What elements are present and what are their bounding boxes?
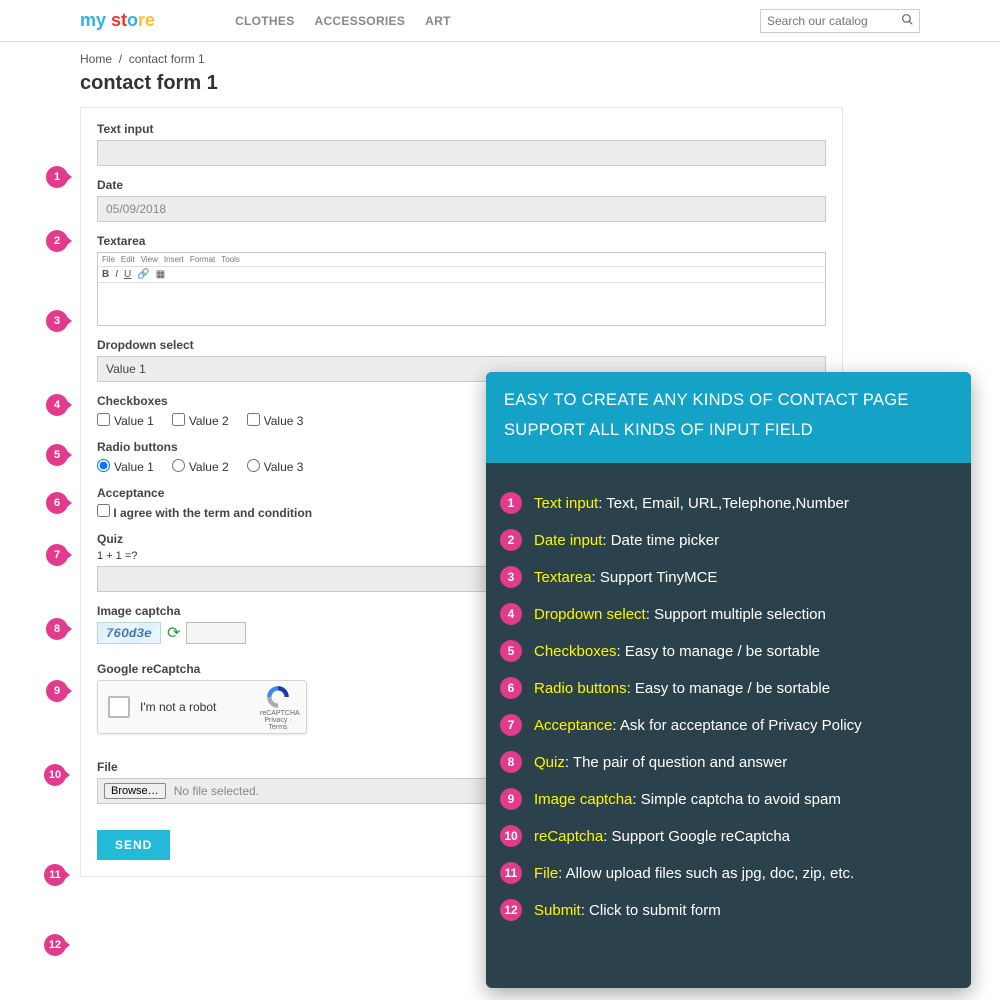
overlay-badge: 2 bbox=[500, 529, 522, 551]
underline-icon[interactable]: U bbox=[124, 269, 131, 280]
radio-3[interactable]: Value 3 bbox=[247, 458, 304, 474]
feature-overlay: EASY TO CREATE ANY KINDS OF CONTACT PAGE… bbox=[486, 372, 971, 988]
italic-icon[interactable]: I bbox=[115, 269, 118, 280]
captcha-image: 760d3e bbox=[97, 622, 161, 644]
breadcrumb: Home / contact form 1 bbox=[0, 42, 1000, 66]
field-date: Date bbox=[97, 178, 826, 222]
recaptcha-text: I'm not a robot bbox=[140, 700, 250, 714]
site-logo[interactable]: my store bbox=[80, 10, 155, 31]
overlay-row: 2 Date input: Date time picker bbox=[500, 529, 957, 551]
overlay-row: 10 reCaptcha: Support Google reCaptcha bbox=[500, 825, 957, 847]
badge-7: 7 bbox=[46, 544, 68, 566]
overlay-row: 9 Image captcha: Simple captcha to avoid… bbox=[500, 788, 957, 810]
checkbox-3[interactable]: Value 3 bbox=[247, 412, 304, 428]
overlay-row: 4 Dropdown select: Support multiple sele… bbox=[500, 603, 957, 625]
nav-clothes[interactable]: CLOTHES bbox=[235, 14, 294, 28]
badge-9: 9 bbox=[46, 680, 68, 702]
label-dropdown: Dropdown select bbox=[97, 338, 826, 352]
main-nav: CLOTHES ACCESSORIES ART bbox=[235, 14, 451, 28]
overlay-row: 1 Text input: Text, Email, URL,Telephone… bbox=[500, 492, 957, 514]
label-date: Date bbox=[97, 178, 826, 192]
recaptcha-widget[interactable]: I'm not a robot reCAPTCHA Privacy · Term… bbox=[97, 680, 307, 734]
label-text: Text input bbox=[97, 122, 826, 136]
overlay-badge: 10 bbox=[500, 825, 522, 847]
input-date[interactable] bbox=[97, 196, 826, 222]
site-header: my store CLOTHES ACCESSORIES ART bbox=[0, 0, 1000, 42]
badge-4: 4 bbox=[46, 394, 68, 416]
field-text: Text input bbox=[97, 122, 826, 166]
overlay-row: 5 Checkboxes: Easy to manage / be sortab… bbox=[500, 640, 957, 662]
recaptcha-checkbox[interactable] bbox=[108, 696, 130, 718]
badge-10: 10 bbox=[44, 764, 66, 786]
field-textarea: Textarea FileEditViewInsertFormatTools B… bbox=[97, 234, 826, 326]
overlay-row: 3 Textarea: Support TinyMCE bbox=[500, 566, 957, 588]
overlay-body: 1 Text input: Text, Email, URL,Telephone… bbox=[486, 463, 971, 948]
search-icon[interactable] bbox=[901, 13, 914, 29]
overlay-row: 7 Acceptance: Ask for acceptance of Priv… bbox=[500, 714, 957, 736]
badge-8: 8 bbox=[46, 618, 68, 640]
tinymce-menu[interactable]: FileEditViewInsertFormatTools bbox=[98, 253, 825, 267]
overlay-badge: 3 bbox=[500, 566, 522, 588]
breadcrumb-home[interactable]: Home bbox=[80, 52, 112, 66]
badge-3: 3 bbox=[46, 310, 68, 332]
overlay-row: 11 File: Allow upload files such as jpg,… bbox=[500, 862, 957, 884]
badge-11: 11 bbox=[44, 864, 66, 886]
tinymce-editor[interactable]: FileEditViewInsertFormatTools B I U 🔗 ▦ bbox=[97, 252, 826, 326]
nav-art[interactable]: ART bbox=[425, 14, 451, 28]
breadcrumb-page: contact form 1 bbox=[129, 52, 205, 66]
badge-12: 12 bbox=[44, 934, 66, 956]
label-textarea: Textarea bbox=[97, 234, 826, 248]
checkbox-2[interactable]: Value 2 bbox=[172, 412, 229, 428]
page-title: contact form 1 bbox=[0, 66, 1000, 107]
overlay-badge: 11 bbox=[500, 862, 522, 884]
overlay-badge: 6 bbox=[500, 677, 522, 699]
file-status: No file selected. bbox=[174, 784, 259, 798]
overlay-badge: 8 bbox=[500, 751, 522, 773]
overlay-badge: 5 bbox=[500, 640, 522, 662]
image-icon[interactable]: ▦ bbox=[156, 269, 165, 280]
send-button[interactable]: SEND bbox=[97, 830, 170, 860]
search-input[interactable] bbox=[760, 9, 920, 33]
radio-2[interactable]: Value 2 bbox=[172, 458, 229, 474]
textarea-body[interactable] bbox=[98, 283, 825, 325]
badge-1: 1 bbox=[46, 166, 68, 188]
overlay-header: EASY TO CREATE ANY KINDS OF CONTACT PAGE… bbox=[486, 372, 971, 463]
input-text[interactable] bbox=[97, 140, 826, 166]
link-icon[interactable]: 🔗 bbox=[137, 269, 149, 280]
refresh-icon[interactable]: ⟳ bbox=[167, 623, 180, 643]
browse-button[interactable]: Browse… bbox=[104, 783, 166, 799]
overlay-row: 12 Submit: Click to submit form bbox=[500, 899, 957, 921]
recaptcha-logo-icon: reCAPTCHA Privacy · Terms bbox=[260, 684, 296, 731]
overlay-badge: 7 bbox=[500, 714, 522, 736]
overlay-row: 8 Quiz: The pair of question and answer bbox=[500, 751, 957, 773]
search-box bbox=[760, 9, 920, 33]
radio-1[interactable]: Value 1 bbox=[97, 458, 154, 474]
badge-6: 6 bbox=[46, 492, 68, 514]
bold-icon[interactable]: B bbox=[102, 269, 109, 280]
nav-accessories[interactable]: ACCESSORIES bbox=[315, 14, 406, 28]
tinymce-toolbar[interactable]: B I U 🔗 ▦ bbox=[98, 267, 825, 283]
checkbox-1[interactable]: Value 1 bbox=[97, 412, 154, 428]
overlay-badge: 9 bbox=[500, 788, 522, 810]
overlay-row: 6 Radio buttons: Easy to manage / be sor… bbox=[500, 677, 957, 699]
input-captcha[interactable] bbox=[186, 622, 246, 644]
overlay-badge: 4 bbox=[500, 603, 522, 625]
badge-2: 2 bbox=[46, 230, 68, 252]
overlay-badge: 1 bbox=[500, 492, 522, 514]
overlay-badge: 12 bbox=[500, 899, 522, 921]
badge-5: 5 bbox=[46, 444, 68, 466]
